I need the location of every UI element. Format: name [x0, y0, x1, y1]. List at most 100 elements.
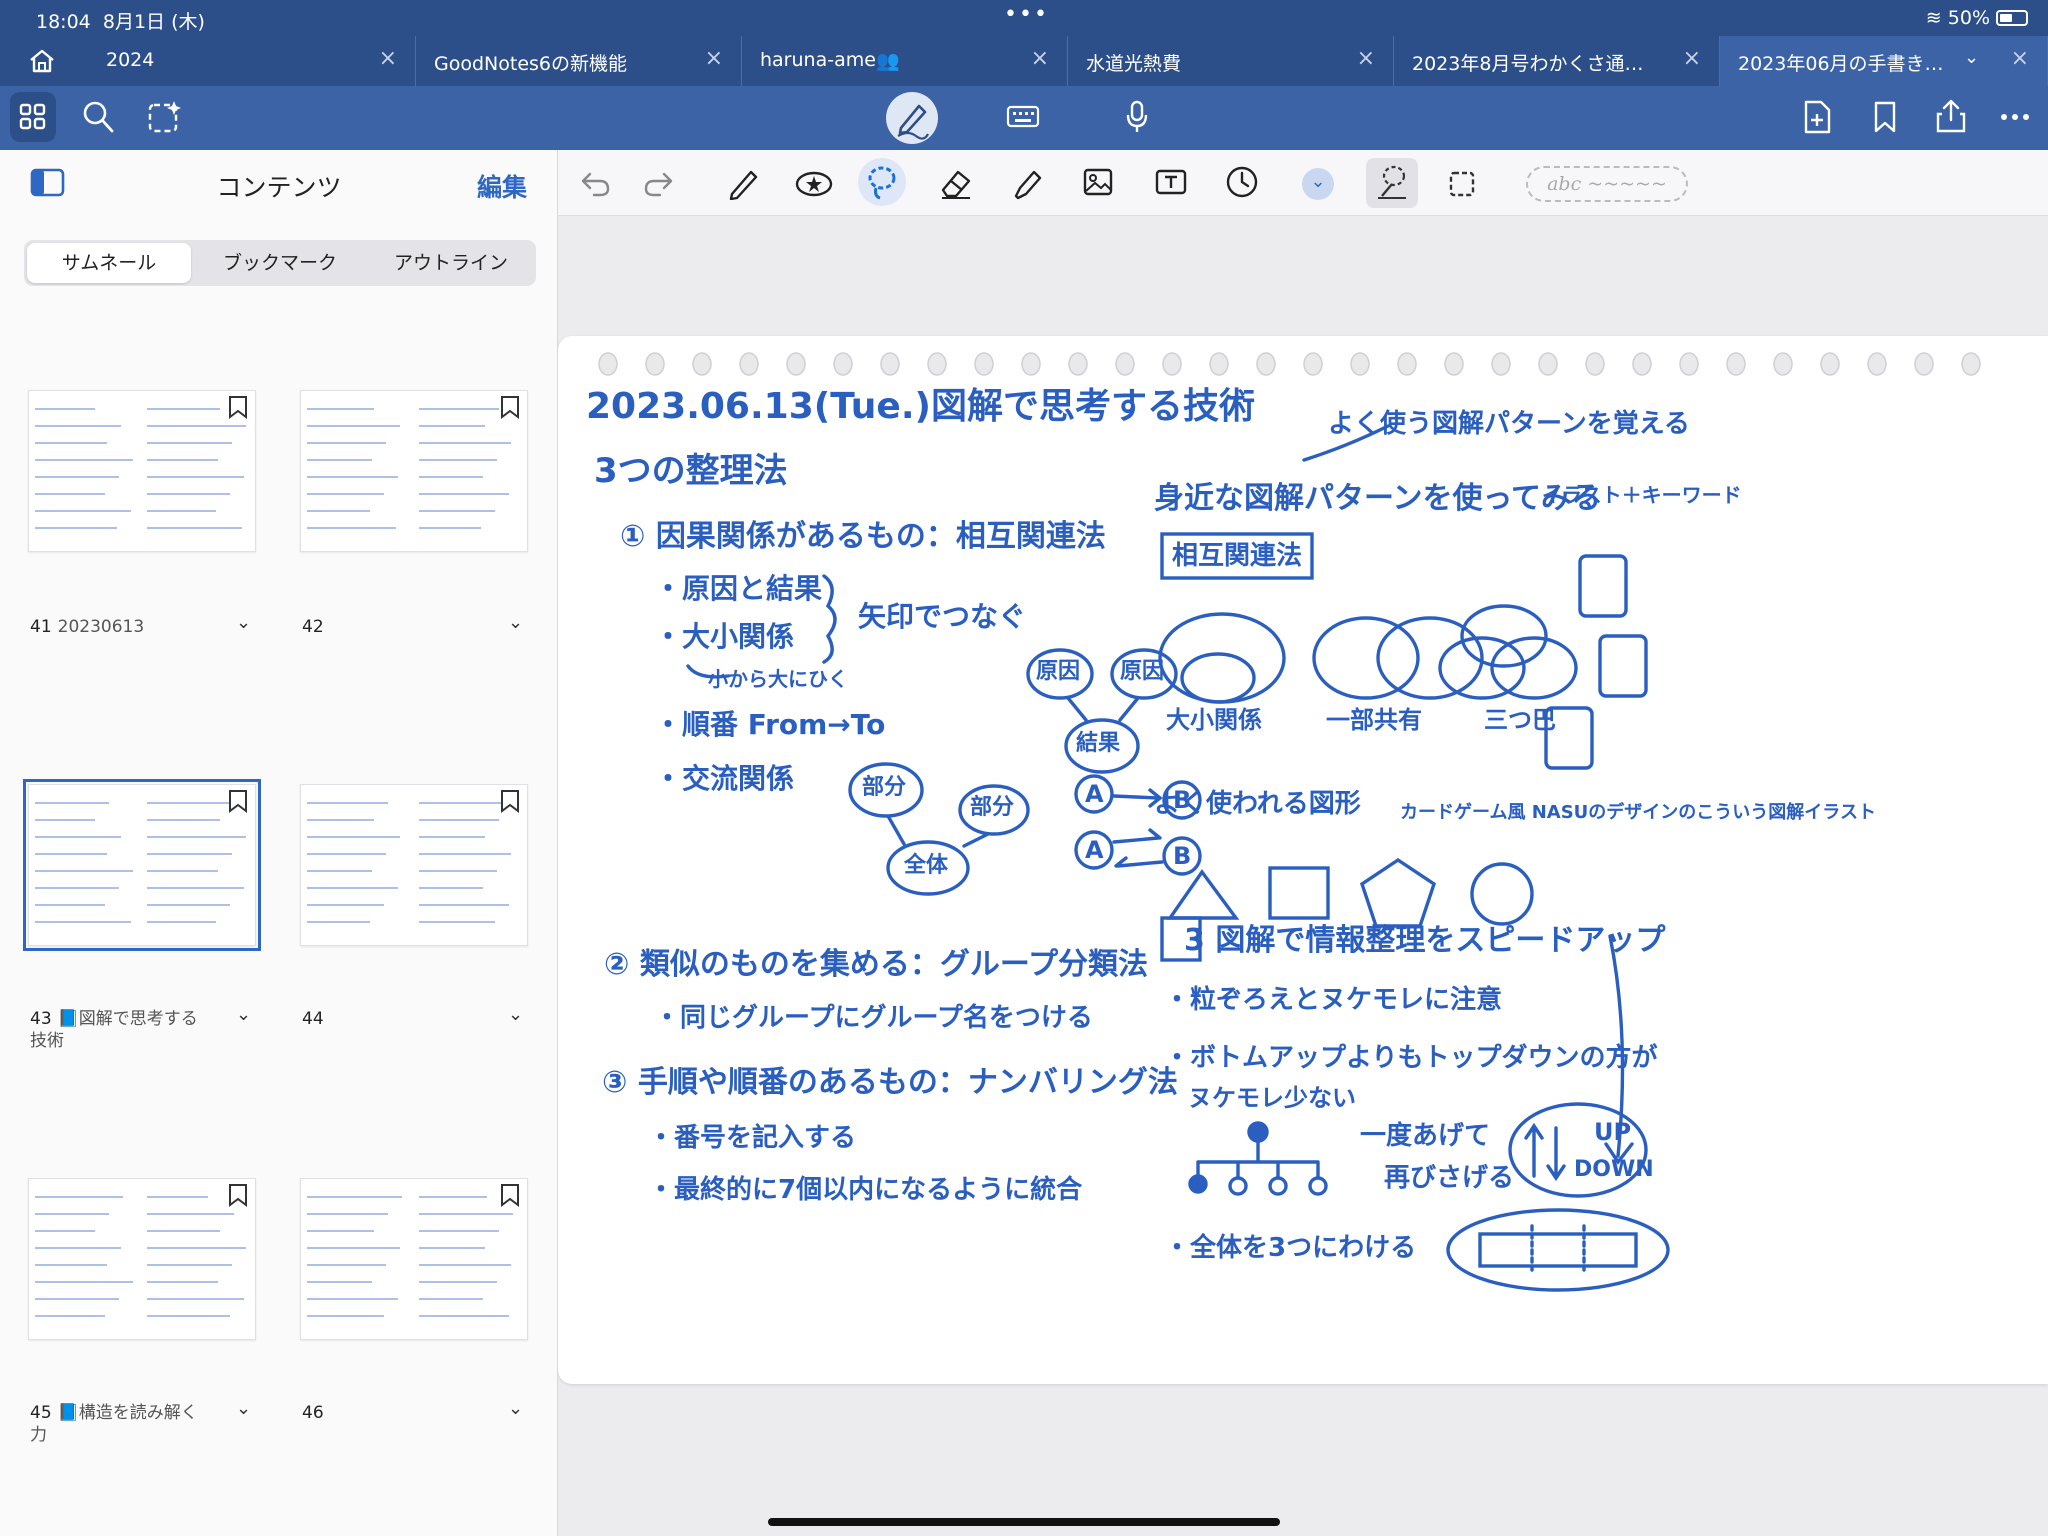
highlighter-icon[interactable]: [1010, 166, 1046, 200]
close-icon[interactable]: ×: [705, 46, 723, 71]
chevron-down-icon[interactable]: ⌄: [1964, 47, 1979, 68]
redo-icon[interactable]: [642, 168, 676, 198]
binder-ring: [1021, 352, 1041, 376]
note-canvas[interactable]: 2023.06.13(Tue.)図解で思考する技術 3つの整理法 ① 因果関係が…: [558, 216, 2048, 1536]
page-thumbnail-42[interactable]: [300, 390, 528, 552]
page-thumbnail-44[interactable]: [300, 784, 528, 946]
page-thumbnail-41[interactable]: [28, 390, 256, 552]
page-thumbnail-45[interactable]: [28, 1178, 256, 1340]
handwritten-note: 2023.06.13(Tue.)図解で思考する技術 3つの整理法 ① 因果関係が…: [586, 352, 1981, 1292]
bookmark-icon[interactable]: [1872, 100, 1898, 134]
tree-branches: [1196, 1140, 1320, 1178]
sparkle-lasso-icon[interactable]: [146, 99, 182, 135]
tab-label: 2024: [106, 49, 155, 71]
more-icon[interactable]: [2000, 112, 2030, 122]
page-name: 📘図解で思考する技術: [30, 1009, 198, 1051]
undo-icon[interactable]: [578, 168, 612, 198]
section-3: ③ 手順や順番のあるもの：ナンバリング法: [602, 1065, 1178, 1100]
lasso-tool-button[interactable]: [858, 158, 906, 206]
tab-2024[interactable]: 2024 ×: [88, 36, 416, 86]
bubble-whole: 全体: [903, 852, 949, 878]
page-label-46: 46: [302, 1402, 472, 1424]
home-icon[interactable]: [28, 48, 56, 74]
bookmark-icon[interactable]: [227, 789, 249, 813]
page-preview: [307, 802, 513, 923]
point-2: ・ボトムアップよりもトップダウンの方が: [1164, 1042, 1657, 1073]
clock-icon[interactable]: [1224, 164, 1260, 200]
home-indicator: [768, 1518, 1280, 1526]
tab-haruna-ame[interactable]: haruna-ame 👥 ×: [742, 36, 1068, 86]
add-page-icon[interactable]: [1802, 100, 1832, 134]
close-icon[interactable]: ×: [379, 46, 397, 71]
split-rect: [1478, 1232, 1638, 1268]
toolbar-expand-chevron-icon[interactable]: ⌄: [1302, 168, 1334, 200]
grid-icon: [19, 103, 46, 130]
tab-newsletter[interactable]: 2023年8月号わかくさ通… ×: [1394, 36, 1720, 86]
chevron-down-icon[interactable]: ⌄: [508, 1004, 523, 1025]
page-thumbnail-43[interactable]: [23, 779, 261, 951]
tab-goodnotes6[interactable]: GoodNotes6の新機能 ×: [416, 36, 742, 86]
segment-thumbnails[interactable]: サムネール: [27, 243, 191, 283]
status-bar: 18:04 8月1日 (木) ••• ≋ 50%: [0, 0, 2048, 36]
grid-view-button[interactable]: [10, 92, 56, 142]
page-label-45: 45 📘構造を読み解く力: [30, 1402, 200, 1446]
shapes-stickers-icon[interactable]: [794, 168, 834, 198]
chevron-down-icon[interactable]: ⌄: [508, 612, 523, 633]
chevron-down-icon[interactable]: ⌄: [508, 1398, 523, 1419]
venn-left: [1312, 616, 1420, 700]
tab-utilities[interactable]: 水道光熱費 ×: [1068, 36, 1394, 86]
tab-handwriting-june[interactable]: 2023年06月の手書き… ⌄ ×: [1720, 36, 2048, 86]
binder-ring: [1726, 352, 1746, 376]
note-text: 2023.06.13(Tue.)図解で思考する技術 3つの整理法 ① 因果関係が…: [586, 386, 1876, 1263]
page-number: 45: [30, 1403, 52, 1423]
chevron-down-icon[interactable]: ⌄: [236, 612, 251, 633]
pen-tool-icon[interactable]: [726, 166, 760, 200]
binder-ring: [1961, 352, 1981, 376]
multitask-dots-icon[interactable]: •••: [1004, 2, 1049, 27]
pen-mode-button[interactable]: [886, 92, 938, 144]
drawing-toolbar: ⌄ abc ~~~~~: [558, 150, 2048, 216]
binder-ring: [1397, 352, 1417, 376]
bookmark-icon[interactable]: [499, 1183, 521, 1207]
rectangle-select-icon[interactable]: [1448, 170, 1476, 198]
handwriting-conversion-field[interactable]: abc ~~~~~: [1526, 166, 1688, 202]
page-number: 42: [302, 617, 324, 637]
binder-ring: [927, 352, 947, 376]
bookmark-icon[interactable]: [227, 1183, 249, 1207]
again-2: 再びさげる: [1384, 1163, 1514, 1193]
share-icon[interactable]: [1934, 98, 1968, 134]
tab-label: haruna-ame: [760, 49, 876, 71]
keyboard-icon[interactable]: [1006, 104, 1040, 130]
image-icon[interactable]: [1082, 166, 1114, 198]
page-thumbnail-46[interactable]: [300, 1178, 528, 1340]
segment-outline[interactable]: アウトライン: [369, 243, 533, 283]
lasso-handwriting-button[interactable]: [1366, 158, 1418, 208]
node-b-2: B: [1173, 842, 1191, 870]
bookmark-icon[interactable]: [227, 395, 249, 419]
venn-right: [1376, 616, 1484, 700]
eraser-icon[interactable]: [938, 166, 974, 200]
microphone-icon[interactable]: [1124, 100, 1150, 134]
segment-bookmarks[interactable]: ブックマーク: [198, 243, 362, 283]
binder-ring: [1350, 352, 1370, 376]
notebook-page[interactable]: 2023.06.13(Tue.)図解で思考する技術 3つの整理法 ① 因果関係が…: [558, 336, 2048, 1384]
shared-icon: 👥: [876, 50, 900, 72]
close-icon[interactable]: ×: [2011, 46, 2029, 71]
chevron-down-icon[interactable]: ⌄: [236, 1398, 251, 1419]
bubble-cause-2: 原因: [1120, 659, 1164, 684]
text-box-icon[interactable]: [1154, 166, 1188, 198]
chevron-down-icon[interactable]: ⌄: [236, 1004, 251, 1025]
section-1c: ・順番 From→To: [654, 708, 885, 741]
close-icon[interactable]: ×: [1683, 46, 1701, 71]
up-label: UP: [1594, 1118, 1631, 1146]
bookmark-icon[interactable]: [499, 395, 521, 419]
search-icon[interactable]: [82, 100, 114, 134]
close-icon[interactable]: ×: [1357, 46, 1375, 71]
arrow-lines: [1112, 828, 1164, 868]
bookmark-icon[interactable]: [499, 789, 521, 813]
goodnotes-app: 18:04 8月1日 (木) ••• ≋ 50% 2024 × GoodNotes…: [0, 0, 2048, 1536]
close-icon[interactable]: ×: [1031, 46, 1049, 71]
edit-button[interactable]: 編集: [477, 168, 527, 204]
page-preview: [35, 802, 246, 923]
binder-ring: [1867, 352, 1887, 376]
